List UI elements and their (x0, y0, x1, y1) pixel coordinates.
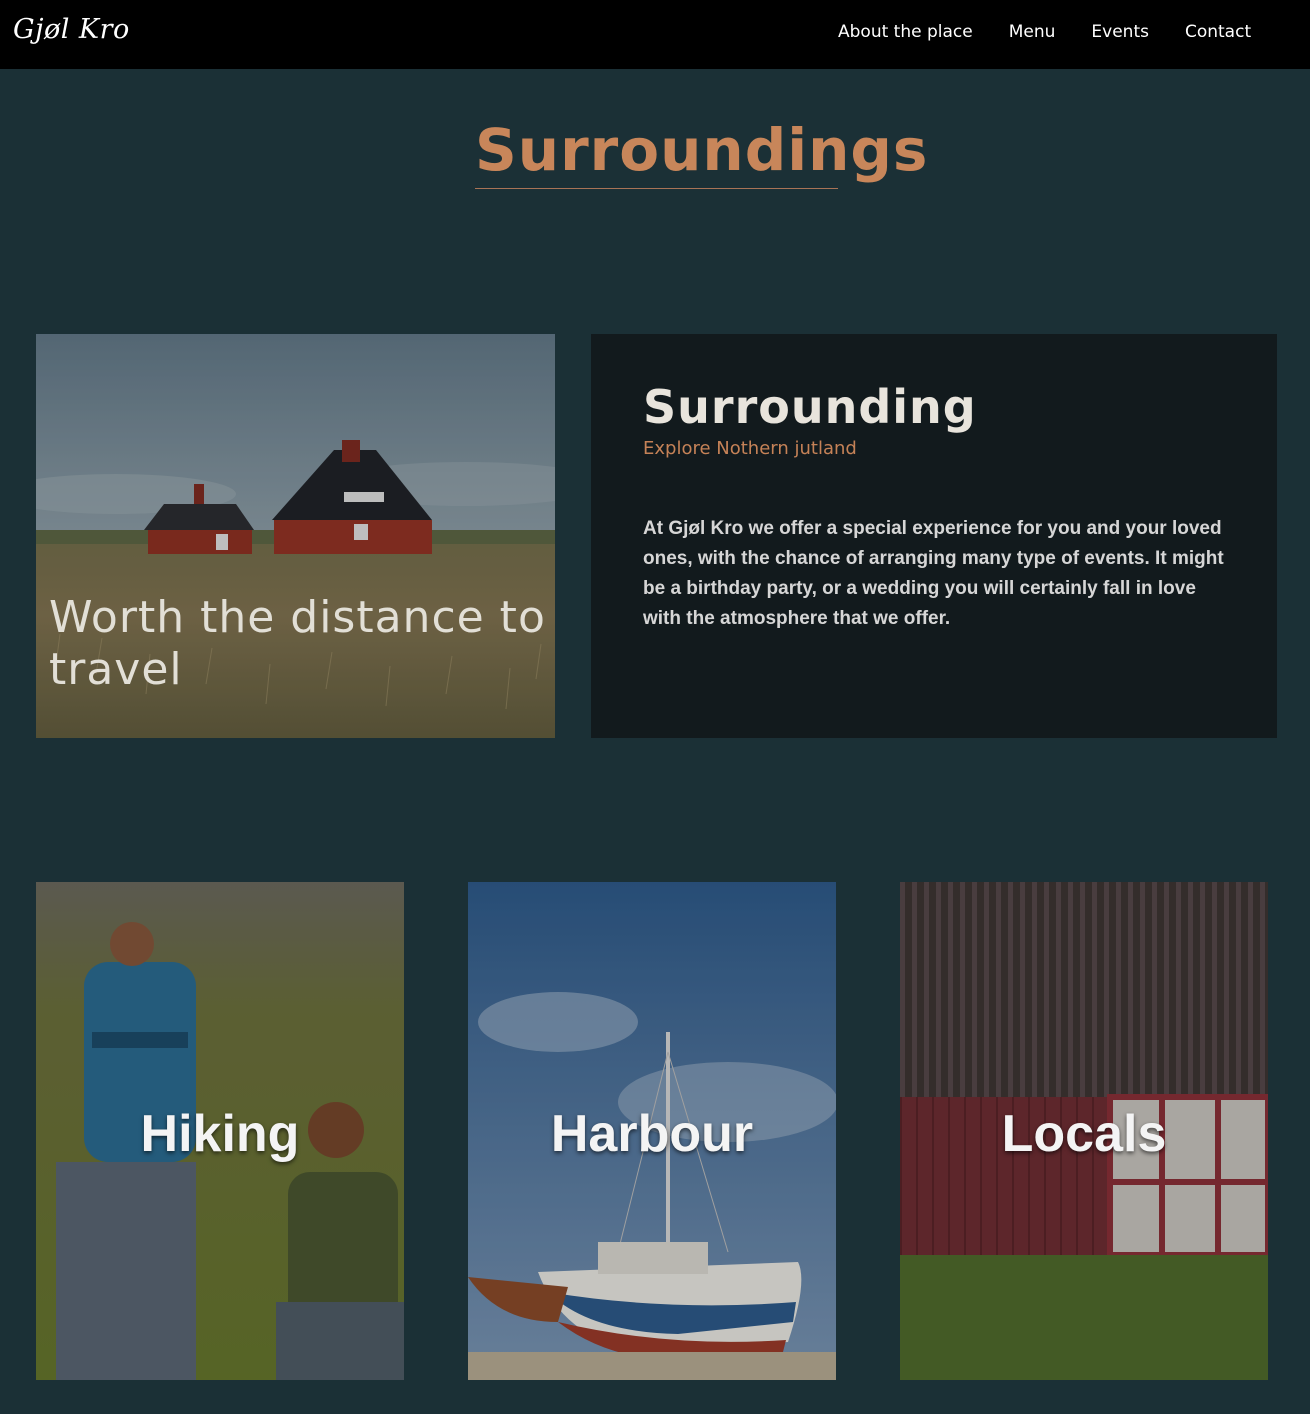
card-harbour[interactable]: Harbour (468, 882, 836, 1380)
info-panel: Surrounding Explore Nothern jutland At G… (591, 334, 1277, 738)
feature-image: Worth the distance to travel (36, 334, 555, 738)
nav-link-events[interactable]: Events (1091, 22, 1149, 42)
nav-link-contact[interactable]: Contact (1185, 22, 1251, 42)
section-title: Surroundings (475, 112, 927, 189)
nav-link-menu[interactable]: Menu (1009, 22, 1056, 42)
card-label-locals: Locals (1001, 1105, 1167, 1163)
card-hiking[interactable]: Hiking (36, 882, 404, 1380)
info-heading: Surrounding (643, 380, 977, 434)
feature-caption: Worth the distance to travel (49, 592, 546, 695)
card-locals[interactable]: Locals (900, 882, 1268, 1380)
main-nav: About the place Menu Events Contact (838, 22, 1251, 42)
navbar: Gjøl Kro About the place Menu Events Con… (0, 0, 1310, 69)
site-logo[interactable]: Gjøl Kro (13, 14, 130, 45)
card-label-hiking: Hiking (140, 1105, 300, 1163)
nav-link-about[interactable]: About the place (838, 22, 973, 42)
card-label-harbour: Harbour (550, 1105, 754, 1163)
info-subheading: Explore Nothern jutland (643, 438, 857, 459)
info-body-text: At Gjøl Kro we offer a special experienc… (643, 518, 1224, 629)
